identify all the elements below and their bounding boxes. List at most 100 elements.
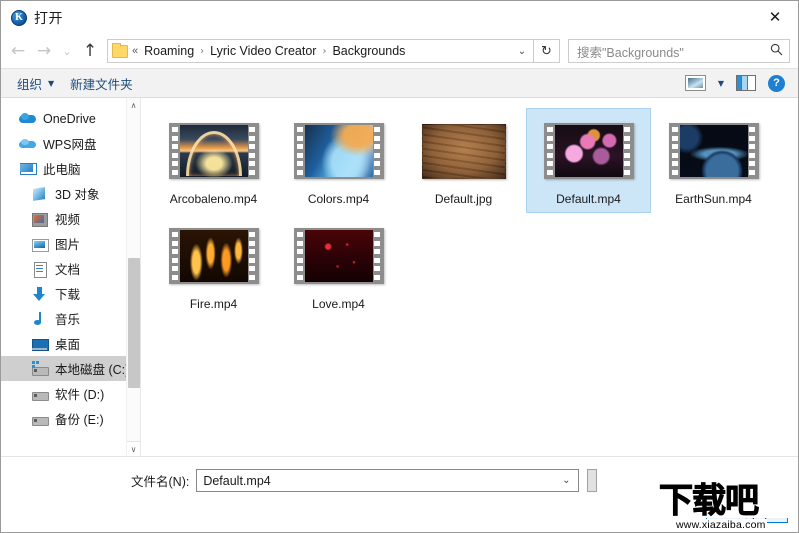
sidebar-item-6[interactable]: 文档 xyxy=(1,256,140,281)
chevron-down-icon[interactable]: ⌄ xyxy=(556,475,576,486)
help-button[interactable]: ? xyxy=(763,71,790,96)
file-item[interactable]: EarthSun.mp4 xyxy=(651,108,776,213)
sidebar-item-9[interactable]: 桌面 xyxy=(1,331,140,356)
film-perforations-right xyxy=(748,125,757,177)
navigation-pane: OneDrive WPS网盘此电脑 3D 对象视频图片文档下载音乐桌面本地磁盘 (C… xyxy=(1,98,141,456)
breadcrumb-separator: › xyxy=(322,45,327,57)
toolbar-right-group: ▼ ? xyxy=(680,71,790,96)
video-film-strip-icon xyxy=(293,228,384,284)
chevron-down-icon[interactable]: ⌄ xyxy=(511,46,533,57)
file-item[interactable]: Love.mp4 xyxy=(276,213,401,318)
onedrive-cloud-icon xyxy=(19,111,36,127)
file-item[interactable]: Default.jpg xyxy=(401,108,526,213)
sidebar-scrollbar[interactable]: ∧ ∨ xyxy=(126,98,140,456)
file-name-label: Arcobaleno.mp4 xyxy=(169,192,258,206)
file-name-label: Default.mp4 xyxy=(556,192,621,206)
scroll-up-arrow-icon[interactable]: ∧ xyxy=(127,98,140,113)
file-thumbnail xyxy=(168,115,259,187)
filename-input[interactable]: Default.mp4 ⌄ xyxy=(196,469,580,492)
film-perforations-right xyxy=(373,230,382,282)
refresh-button[interactable]: ↻ xyxy=(534,39,560,63)
sidebar-item-label: 桌面 xyxy=(55,338,81,352)
new-folder-label: 新建文件夹 xyxy=(70,77,133,92)
search-input[interactable]: 搜索"Backgrounds" xyxy=(568,39,790,63)
sidebar-item-7[interactable]: 下载 xyxy=(1,281,140,306)
sidebar-item-label: 音乐 xyxy=(55,313,81,327)
file-type-filter-select[interactable]: Image or Video backgrounds ⌄ xyxy=(587,469,598,492)
film-perforations-right xyxy=(623,125,632,177)
address-bar[interactable]: « Roaming › Lyric Video Creator › Backgr… xyxy=(107,39,534,63)
this-pc-icon xyxy=(19,161,37,177)
sidebar-item-11[interactable]: 软件 (D:) xyxy=(1,381,140,406)
sidebar-item-0[interactable]: OneDrive xyxy=(1,106,140,131)
filename-value: Default.mp4 xyxy=(203,473,271,488)
recent-locations-button[interactable]: ⌄ xyxy=(57,38,77,64)
file-name-label: Love.mp4 xyxy=(312,297,365,311)
sidebar-item-label: 3D 对象 xyxy=(55,188,100,202)
sidebar-item-5[interactable]: 图片 xyxy=(1,231,140,256)
scroll-down-arrow-icon[interactable]: ∨ xyxy=(127,441,140,456)
film-perforations-left xyxy=(171,230,180,282)
scrollbar-thumb[interactable] xyxy=(128,258,140,388)
sidebar-item-2[interactable]: 此电脑 xyxy=(1,156,140,181)
sidebar-item-label: 图片 xyxy=(55,238,81,252)
forward-button[interactable]: → xyxy=(31,38,57,64)
breadcrumb-separator: › xyxy=(200,45,205,57)
filename-label: 文件名(N): xyxy=(131,475,190,489)
sidebar-item-8[interactable]: 音乐 xyxy=(1,306,140,331)
chevron-down-icon: ▼ xyxy=(48,78,55,88)
organize-button[interactable]: 组织 ▼ xyxy=(9,70,62,97)
file-thumbnail xyxy=(421,115,506,187)
view-dropdown-button[interactable]: ▼ xyxy=(713,75,729,92)
file-item[interactable]: Default.mp4 xyxy=(526,108,651,213)
file-thumbnail xyxy=(168,220,259,292)
sidebar-item-label: 视频 xyxy=(55,213,81,227)
file-name-label: Default.jpg xyxy=(434,192,493,206)
sidebar-item-label: 本地磁盘 (C:) xyxy=(55,363,130,377)
file-item[interactable]: Fire.mp4 xyxy=(151,213,276,318)
file-item[interactable]: Arcobaleno.mp4 xyxy=(151,108,276,213)
back-button[interactable]: ← xyxy=(5,38,31,64)
folder-icon xyxy=(112,42,128,58)
sidebar-item-label: 下载 xyxy=(55,288,81,302)
view-layout-icon xyxy=(684,75,706,91)
command-toolbar: 组织 ▼ 新建文件夹 ▼ ? xyxy=(1,68,798,98)
breadcrumb-item-roaming[interactable]: Roaming xyxy=(144,44,194,58)
desktop-icon xyxy=(31,336,49,352)
window-title: 打开 xyxy=(34,9,63,26)
open-button[interactable]: 打开(O) xyxy=(706,500,788,523)
video-film-strip-icon xyxy=(293,123,384,179)
breadcrumb-item-lyric-video-creator[interactable]: Lyric Video Creator xyxy=(210,44,316,58)
sidebar-item-3[interactable]: 3D 对象 xyxy=(1,181,140,206)
sidebar-item-12[interactable]: 备份 (E:) xyxy=(1,406,140,431)
file-thumbnail xyxy=(293,115,384,187)
breadcrumb-overflow-icon[interactable]: « xyxy=(132,45,138,57)
organize-label: 组织 xyxy=(17,77,43,92)
up-button[interactable]: ↑ xyxy=(77,38,103,64)
search-placeholder: 搜索"Backgrounds" xyxy=(577,45,684,60)
drive-icon xyxy=(31,386,49,402)
change-view-button[interactable] xyxy=(680,71,711,95)
breadcrumb-item-backgrounds[interactable]: Backgrounds xyxy=(332,44,405,58)
sidebar-item-label: 此电脑 xyxy=(43,163,81,177)
video-frame-preview xyxy=(179,125,248,177)
chevron-down-icon: ▼ xyxy=(717,78,724,88)
film-perforations-right xyxy=(373,125,382,177)
title-bar: 打开 ✕ xyxy=(1,1,798,34)
image-preview xyxy=(421,123,506,179)
video-frame-preview xyxy=(679,125,748,177)
close-icon[interactable]: ✕ xyxy=(752,1,798,33)
sidebar-item-4[interactable]: 视频 xyxy=(1,206,140,231)
sidebar-item-10[interactable]: 本地磁盘 (C:) xyxy=(1,356,140,381)
file-thumbnail xyxy=(543,115,634,187)
disk-tiles-icon xyxy=(32,360,42,368)
file-list-view[interactable]: Arcobaleno.mp4 Colors.mp4 Default.jpg Defau… xyxy=(141,98,798,456)
sidebar-item-1[interactable]: WPS网盘 xyxy=(1,131,140,156)
film-perforations-left xyxy=(296,125,305,177)
new-folder-button[interactable]: 新建文件夹 xyxy=(62,70,141,97)
documents-icon xyxy=(31,261,48,278)
file-name-label: Colors.mp4 xyxy=(307,192,370,206)
preview-pane-button[interactable] xyxy=(731,71,761,95)
file-item[interactable]: Colors.mp4 xyxy=(276,108,401,213)
file-grid: Arcobaleno.mp4 Colors.mp4 Default.jpg Defau… xyxy=(151,108,792,318)
